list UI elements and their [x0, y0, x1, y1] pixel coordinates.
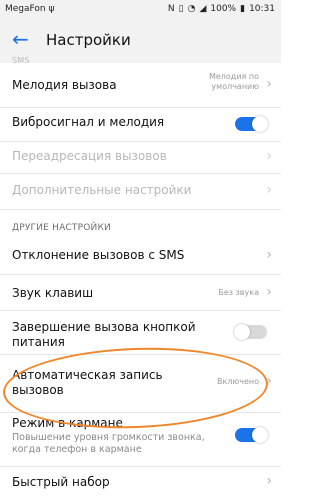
- toggle-knob: [252, 116, 268, 132]
- call-forwarding-label: Переадресация вызовов: [12, 149, 167, 163]
- pocket-mode-description: Повышение уровня громкости звонка, когда…: [12, 432, 205, 456]
- section-header-other: ДРУГИЕ НАСТРОЙКИ: [12, 223, 111, 233]
- status-right: N ▯ ◔ ◢ 100% ▮ 10:31: [168, 4, 275, 14]
- chevron-right-icon: ›: [266, 76, 272, 92]
- additional-settings-row[interactable]: Дополнительные настройки ›: [0, 173, 281, 210]
- nfc-icon: N: [167, 4, 175, 14]
- wifi-icon: ◔: [187, 4, 196, 14]
- vibrate-ringtone-row[interactable]: Вибросигнал и мелодия: [0, 107, 281, 142]
- app-bar: ← Настройки: [0, 19, 281, 63]
- vibrate-ringtone-toggle[interactable]: [235, 116, 268, 132]
- usb-icon: ψ: [48, 4, 55, 14]
- chevron-right-icon: ›: [266, 148, 272, 164]
- power-end-call-label-line2: питания: [12, 335, 65, 349]
- ringtone-value: Мелодия по умолчанию: [209, 72, 259, 92]
- back-arrow-icon[interactable]: ←: [12, 29, 29, 49]
- vibrate-icon: ▯: [178, 4, 184, 14]
- vibrate-ringtone-label: Вибросигнал и мелодия: [12, 115, 165, 129]
- battery-percent: 100%: [210, 4, 237, 14]
- power-end-call-toggle[interactable]: [234, 324, 267, 340]
- keypad-sound-row[interactable]: Звук клавиш Без звука ›: [0, 274, 281, 311]
- ringtone-value-line1: Мелодия по: [208, 72, 259, 81]
- keypad-sound-value: Без звука: [218, 288, 259, 297]
- chevron-right-icon: ›: [266, 473, 272, 489]
- call-forwarding-row[interactable]: Переадресация вызовов ›: [0, 141, 281, 174]
- chevron-right-icon: ›: [266, 182, 272, 198]
- additional-settings-label: Дополнительные настройки: [12, 183, 192, 197]
- page-title: Настройки: [46, 31, 131, 49]
- speed-dial-label: Быстрый набор: [12, 475, 110, 489]
- carrier-name: MegaFon: [5, 4, 46, 14]
- power-end-call-label-line1: Завершение вызова кнопкой: [12, 320, 196, 334]
- battery-icon: ▮: [240, 4, 246, 14]
- toggle-knob: [252, 427, 268, 443]
- ringtone-row[interactable]: Мелодия вызова Мелодия по умолчанию ›: [0, 63, 281, 108]
- chevron-right-icon: ›: [266, 247, 272, 263]
- pocket-mode-description-line1: Повышение уровня громкости звонка,: [12, 432, 205, 443]
- keypad-sound-label: Звук клавиш: [12, 286, 94, 300]
- reject-sms-label: Отклонение вызовов с SMS: [12, 248, 185, 262]
- signal-icon: ◢: [199, 4, 207, 14]
- speed-dial-row[interactable]: Быстрый набор ›: [0, 466, 281, 500]
- chevron-right-icon: ›: [266, 284, 272, 300]
- status-bar: MegaFon ψ N ▯ ◔ ◢ 100% ▮ 10:31: [0, 0, 281, 19]
- ringtone-value-line2: умолчанию: [211, 82, 259, 91]
- pocket-mode-description-line2: когда телефон в кармане: [12, 444, 142, 455]
- ringtone-label: Мелодия вызова: [12, 78, 117, 92]
- status-left: MegaFon ψ: [5, 4, 55, 14]
- power-end-call-label: Завершение вызова кнопкой питания: [12, 320, 196, 350]
- clock: 10:31: [249, 4, 275, 14]
- toggle-knob: [234, 324, 250, 340]
- reject-sms-row[interactable]: Отклонение вызовов с SMS ›: [0, 238, 281, 275]
- pocket-mode-toggle[interactable]: [235, 427, 268, 443]
